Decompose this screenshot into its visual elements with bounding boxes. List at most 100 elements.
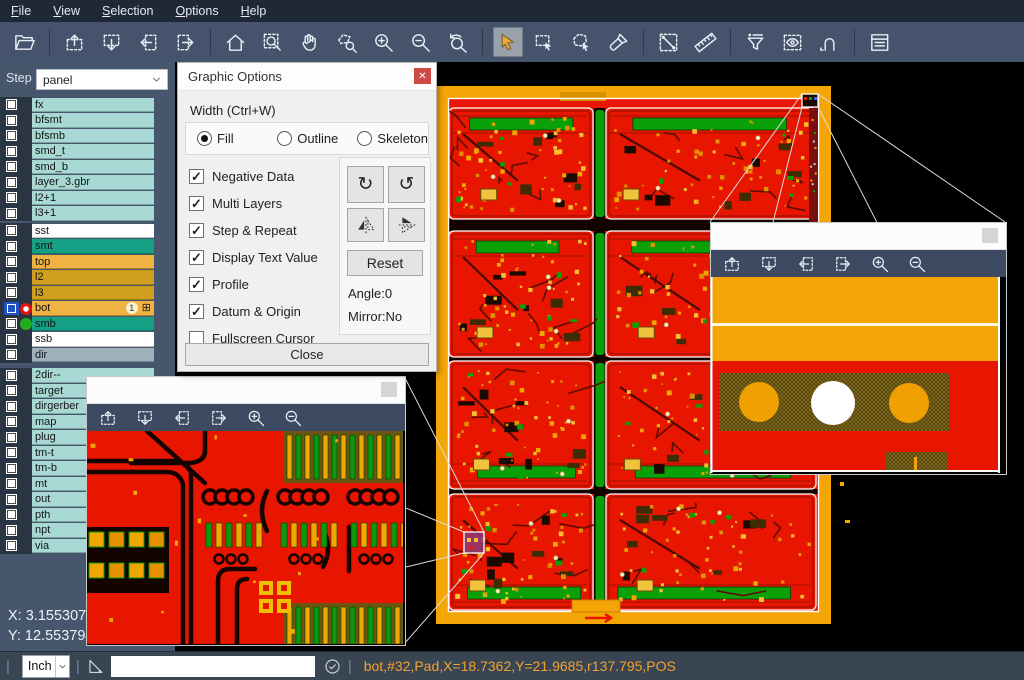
snap-tool-button[interactable] xyxy=(815,27,845,57)
layer-indicator-cell[interactable] xyxy=(22,538,32,554)
menu-item-selection[interactable]: Selection xyxy=(91,0,164,22)
dialog-titlebar[interactable]: Graphic Options ✕ xyxy=(178,63,436,91)
layer-name[interactable]: bfsmt xyxy=(32,113,154,128)
layer-visibility-cell[interactable] xyxy=(0,301,22,317)
layer-name[interactable]: l2+1 xyxy=(32,191,154,206)
layer-name[interactable]: bot1⊞ xyxy=(32,301,154,316)
layer-indicator-cell[interactable] xyxy=(22,159,32,175)
pan-up-button[interactable] xyxy=(721,253,742,274)
layer-visibility-cell[interactable] xyxy=(0,492,22,508)
layer-row-bot[interactable]: bot1⊞ xyxy=(0,301,175,317)
layer-checkbox[interactable] xyxy=(6,146,17,157)
layer-visibility-cell[interactable] xyxy=(0,476,22,492)
radio-fill[interactable]: Fill xyxy=(197,131,266,146)
layer-indicator-cell[interactable] xyxy=(22,301,32,317)
layer-checkbox[interactable] xyxy=(6,401,17,412)
zoom-popup-2-button[interactable] xyxy=(982,228,998,243)
mirror-vertical-button[interactable] xyxy=(388,208,425,242)
layer-row-sst[interactable]: sst xyxy=(0,223,175,239)
zoom-popup-1-button[interactable] xyxy=(381,382,397,397)
layer-row-fx[interactable]: fx xyxy=(0,97,175,113)
open-file-button[interactable] xyxy=(10,27,40,57)
layer-visibility-cell[interactable] xyxy=(0,128,22,144)
zoom-window-button[interactable] xyxy=(258,27,288,57)
layer-visibility-cell[interactable] xyxy=(0,97,22,113)
layer-visibility-cell[interactable] xyxy=(0,270,22,286)
move-view-left-button[interactable] xyxy=(134,27,164,57)
pan-left-button[interactable] xyxy=(795,253,816,274)
layer-name[interactable]: dir xyxy=(32,348,154,363)
layer-checkbox[interactable] xyxy=(6,318,17,329)
layer-visibility-cell[interactable] xyxy=(0,223,22,239)
zoom-popup-1[interactable] xyxy=(86,376,406,646)
layer-visibility-cell[interactable] xyxy=(0,190,22,206)
layer-checkbox[interactable] xyxy=(6,208,17,219)
move-view-up-button[interactable] xyxy=(60,27,90,57)
layer-name[interactable]: bfsmb xyxy=(32,129,154,144)
mirror-horizontal-button[interactable] xyxy=(347,208,384,242)
zoom-in-button[interactable] xyxy=(869,253,890,274)
rotate-ccw-button[interactable]: ↺ xyxy=(388,166,425,203)
layer-name[interactable]: smd_b xyxy=(32,160,154,175)
pan-right-button[interactable] xyxy=(832,253,853,274)
menu-item-help[interactable]: Help xyxy=(230,0,278,22)
layer-row-ssb[interactable]: ssb xyxy=(0,332,175,348)
step-select[interactable]: panel xyxy=(36,69,168,90)
checkbox-negative-data[interactable]: ✓Negative Data xyxy=(189,169,294,184)
layer-checkbox[interactable] xyxy=(6,177,17,188)
filter-tool-button[interactable] xyxy=(741,27,771,57)
radio-skeleton[interactable]: Skeleton xyxy=(357,131,428,146)
layer-indicator-cell[interactable] xyxy=(22,414,32,430)
reset-button[interactable]: Reset xyxy=(347,250,423,276)
layer-row-smb[interactable]: smb xyxy=(0,316,175,332)
layer-indicator-cell[interactable] xyxy=(22,476,32,492)
layer-indicator-cell[interactable] xyxy=(22,430,32,446)
layer-visibility-cell[interactable] xyxy=(0,144,22,160)
layer-indicator-cell[interactable] xyxy=(22,128,32,144)
layer-checkbox[interactable] xyxy=(6,192,17,203)
layer-checkbox[interactable] xyxy=(6,115,17,126)
layer-checkbox[interactable] xyxy=(6,99,17,110)
layer-indicator-cell[interactable] xyxy=(22,144,32,160)
checkbox-datum-origin[interactable]: ✓Datum & Origin xyxy=(189,304,301,319)
layer-checkbox[interactable] xyxy=(6,478,17,489)
grid-icon[interactable]: ⊞ xyxy=(142,303,151,314)
radio-outline[interactable]: Outline xyxy=(277,131,346,146)
layer-visibility-cell[interactable] xyxy=(0,316,22,332)
layer-checkbox[interactable] xyxy=(6,241,17,252)
layer-checkbox[interactable] xyxy=(6,447,17,458)
layer-visibility-cell[interactable] xyxy=(0,206,22,222)
layer-row-bfsmb[interactable]: bfsmb xyxy=(0,128,175,144)
layer-name[interactable]: l2 xyxy=(32,270,154,285)
layer-name[interactable]: smb xyxy=(32,317,154,332)
layer-checkbox[interactable] xyxy=(6,525,17,536)
menu-item-options[interactable]: Options xyxy=(164,0,229,22)
layer-name[interactable]: smd_t xyxy=(32,144,154,159)
layer-indicator-cell[interactable] xyxy=(22,285,32,301)
layer-indicator-cell[interactable] xyxy=(22,97,32,113)
layer-indicator-cell[interactable] xyxy=(22,270,32,286)
layer-checkbox[interactable] xyxy=(6,287,17,298)
layer-visibility-cell[interactable] xyxy=(0,368,22,384)
layer-checkbox[interactable] xyxy=(6,161,17,172)
layer-visibility-cell[interactable] xyxy=(0,507,22,523)
layer-indicator-cell[interactable] xyxy=(22,175,32,191)
clean-tool-button[interactable] xyxy=(604,27,634,57)
close-button[interactable]: Close xyxy=(185,343,429,366)
layer-checkbox[interactable] xyxy=(6,334,17,345)
layer-name[interactable]: sst xyxy=(32,224,154,239)
menu-item-file[interactable]: File xyxy=(0,0,42,22)
zoom-out-button[interactable] xyxy=(906,253,927,274)
layer-checkbox[interactable] xyxy=(6,432,17,443)
layer-name[interactable]: layer_3.gbr xyxy=(32,175,154,190)
layer-checkbox[interactable] xyxy=(6,256,17,267)
checkbox-multi-layers[interactable]: ✓Multi Layers xyxy=(189,196,282,211)
layer-checkbox[interactable] xyxy=(6,385,17,396)
layer-visibility-cell[interactable] xyxy=(0,461,22,477)
layer-indicator-cell[interactable] xyxy=(22,332,32,348)
layer-checkbox[interactable] xyxy=(6,416,17,427)
layer-visibility-cell[interactable] xyxy=(0,159,22,175)
layer-visibility-cell[interactable] xyxy=(0,445,22,461)
layer-row-smd_t[interactable]: smd_t xyxy=(0,144,175,160)
zoom-popup-1-titlebar[interactable] xyxy=(87,377,405,404)
